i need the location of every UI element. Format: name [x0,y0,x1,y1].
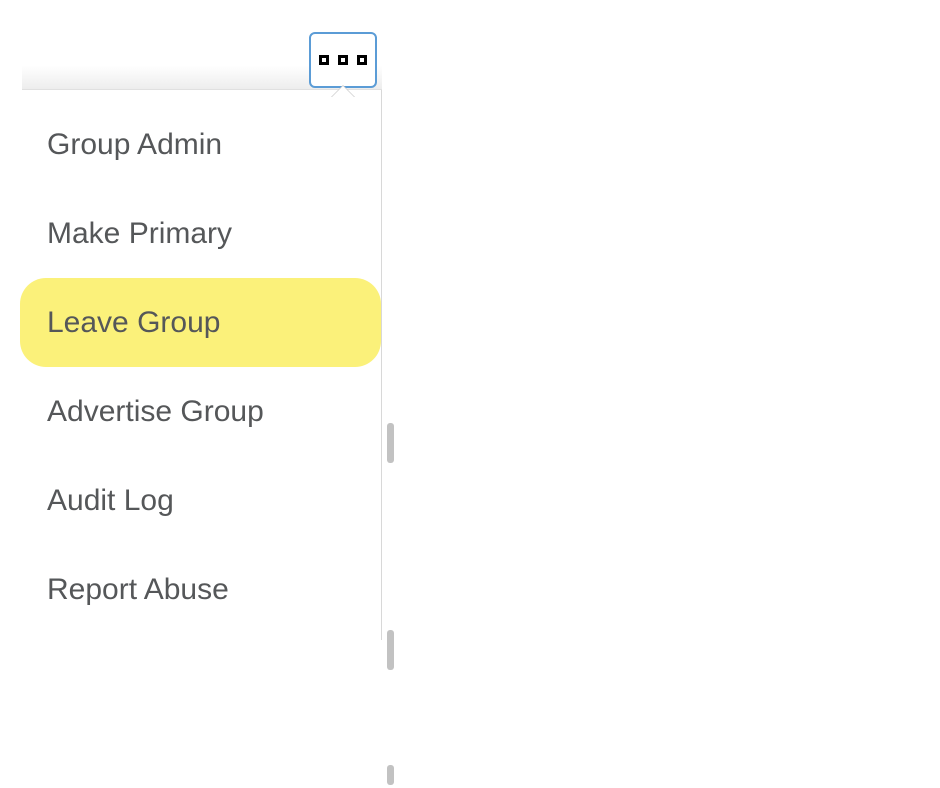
more-icon [338,55,348,65]
scrollbar-thumb[interactable] [387,423,394,463]
menu-item-group-admin[interactable]: Group Admin [22,100,381,189]
menu-item-leave-group[interactable]: Leave Group [20,278,381,367]
menu-body: Group Admin Make Primary Leave Group Adv… [22,90,382,640]
more-icon [319,55,329,65]
menu-item-advertise-group[interactable]: Advertise Group [22,367,381,456]
menu-notch [331,86,355,98]
menu-header [22,30,382,90]
menu-item-audit-log[interactable]: Audit Log [22,456,381,545]
menu-item-report-abuse[interactable]: Report Abuse [22,545,381,634]
menu-item-make-primary[interactable]: Make Primary [22,189,381,278]
more-options-button[interactable] [309,32,377,88]
dropdown-menu: Group Admin Make Primary Leave Group Adv… [22,30,382,640]
more-icon [357,55,367,65]
scrollbar-thumb[interactable] [387,765,394,785]
scrollbar-thumb[interactable] [387,630,394,670]
